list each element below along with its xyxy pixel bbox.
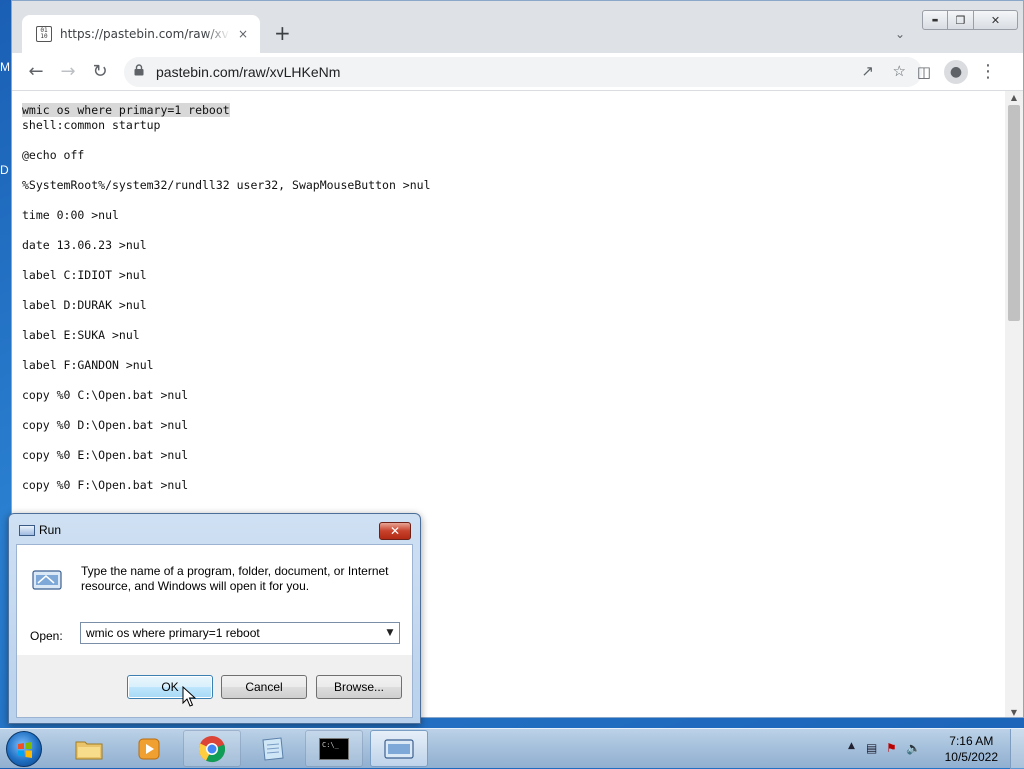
cmd-icon: C:\_: [319, 737, 349, 760]
chevron-down-icon[interactable]: ⌄: [895, 27, 905, 41]
profile-avatar-icon[interactable]: ●: [944, 60, 968, 84]
clock-date: 10/5/2022: [944, 750, 998, 764]
tab-close-button[interactable]: ×: [238, 27, 248, 41]
browse-button[interactable]: Browse...: [316, 675, 402, 699]
tab-strip: 01 10 https://pastebin.com/raw/xvLHKeNm …: [12, 1, 1023, 53]
dialog-body: Type the name of a program, folder, docu…: [16, 544, 413, 718]
show-desktop-button[interactable]: [1010, 729, 1024, 769]
dialog-description: Type the name of a program, folder, docu…: [81, 564, 389, 593]
dialog-close-button[interactable]: ✕: [379, 522, 411, 540]
open-combobox[interactable]: ▼: [80, 622, 400, 644]
notepad-icon: [262, 736, 284, 761]
action-center-flag-icon[interactable]: ⚑: [886, 741, 897, 755]
dialog-title: Run: [39, 523, 62, 537]
taskbar-media-player[interactable]: [120, 730, 178, 767]
run-program-icon: [32, 570, 62, 590]
close-button[interactable]: ✕: [974, 10, 1018, 30]
desktop-icon-label: D: [0, 163, 9, 177]
desktop-icon-label: M: [0, 60, 10, 74]
maximize-button[interactable]: ❐: [948, 10, 974, 30]
forward-arrow-icon[interactable]: →: [56, 60, 80, 84]
reload-icon[interactable]: ↻: [88, 60, 112, 84]
url-text: pastebin.com/raw/xvLHKeNm: [156, 64, 341, 80]
lock-icon: [134, 64, 144, 76]
volume-icon[interactable]: 🔈: [906, 741, 921, 755]
show-hidden-icons-icon[interactable]: ▲: [848, 741, 855, 751]
taskbar-chrome[interactable]: [183, 730, 241, 767]
taskbar-run[interactable]: [370, 730, 428, 767]
run-dialog: Run ✕ Type the name of a program, folder…: [8, 513, 421, 724]
minimize-button[interactable]: ▬: [922, 10, 948, 30]
start-button[interactable]: [6, 731, 42, 767]
windows-logo-icon: [18, 742, 32, 758]
window-controls: ▬ ❐ ✕: [922, 10, 1018, 30]
star-icon[interactable]: ☆: [893, 62, 906, 80]
mouse-cursor-icon: [182, 686, 196, 707]
raw-paste-text: wmic os where primary=1 reboot shell:com…: [12, 91, 996, 493]
new-tab-button[interactable]: +: [274, 23, 291, 43]
back-arrow-icon[interactable]: ←: [24, 60, 48, 84]
open-input[interactable]: [81, 624, 381, 642]
dropdown-arrow-icon[interactable]: ▼: [381, 628, 399, 638]
media-player-icon: [138, 738, 160, 759]
taskbar: C:\_ ▲ ▤ ⚑ 🔈 7:16 AM 10/5/2022: [0, 728, 1024, 769]
file-icon: 01 10: [36, 26, 52, 42]
browser-toolbar: ← → ↻ pastebin.com/raw/xvLHKeNm ↗ ☆ ◫ ● …: [12, 53, 1023, 91]
paste-body: shell:common startup @echo off %SystemRo…: [22, 118, 431, 492]
ok-button[interactable]: OK: [127, 675, 213, 699]
taskbar-notepad[interactable]: [244, 730, 302, 767]
sidebar-icon[interactable]: ◫: [912, 60, 936, 84]
chrome-icon: [198, 735, 226, 762]
run-program-icon: [384, 738, 414, 759]
scrollbar-thumb[interactable]: [1008, 105, 1020, 321]
tab-pastebin[interactable]: 01 10 https://pastebin.com/raw/xvLHKeNm …: [22, 15, 260, 53]
scroll-down-icon[interactable]: ▼: [1005, 708, 1023, 717]
network-icon[interactable]: ▤: [866, 741, 877, 755]
run-title-icon: [19, 525, 35, 536]
open-label: Open:: [30, 629, 63, 643]
clock[interactable]: 7:16 AM 10/5/2022: [945, 733, 998, 765]
address-bar[interactable]: pastebin.com/raw/xvLHKeNm ↗ ☆: [124, 57, 922, 87]
selected-line: wmic os where primary=1 reboot: [22, 103, 230, 117]
taskbar-cmd[interactable]: C:\_: [305, 730, 363, 767]
scroll-up-icon[interactable]: ▲: [1005, 93, 1023, 102]
system-tray: ▲ ▤ ⚑ 🔈 7:16 AM 10/5/2022: [834, 729, 1024, 769]
share-icon[interactable]: ↗: [861, 62, 874, 80]
kebab-menu-icon[interactable]: ⋮: [976, 60, 1000, 84]
vertical-scrollbar[interactable]: ▲ ▼: [1005, 91, 1023, 717]
taskbar-explorer[interactable]: [60, 730, 118, 767]
clock-time: 7:16 AM: [949, 734, 994, 748]
cancel-button[interactable]: Cancel: [221, 675, 307, 699]
folder-icon: [75, 741, 103, 759]
tab-title: https://pastebin.com/raw/xvLHKeNm: [60, 27, 230, 41]
